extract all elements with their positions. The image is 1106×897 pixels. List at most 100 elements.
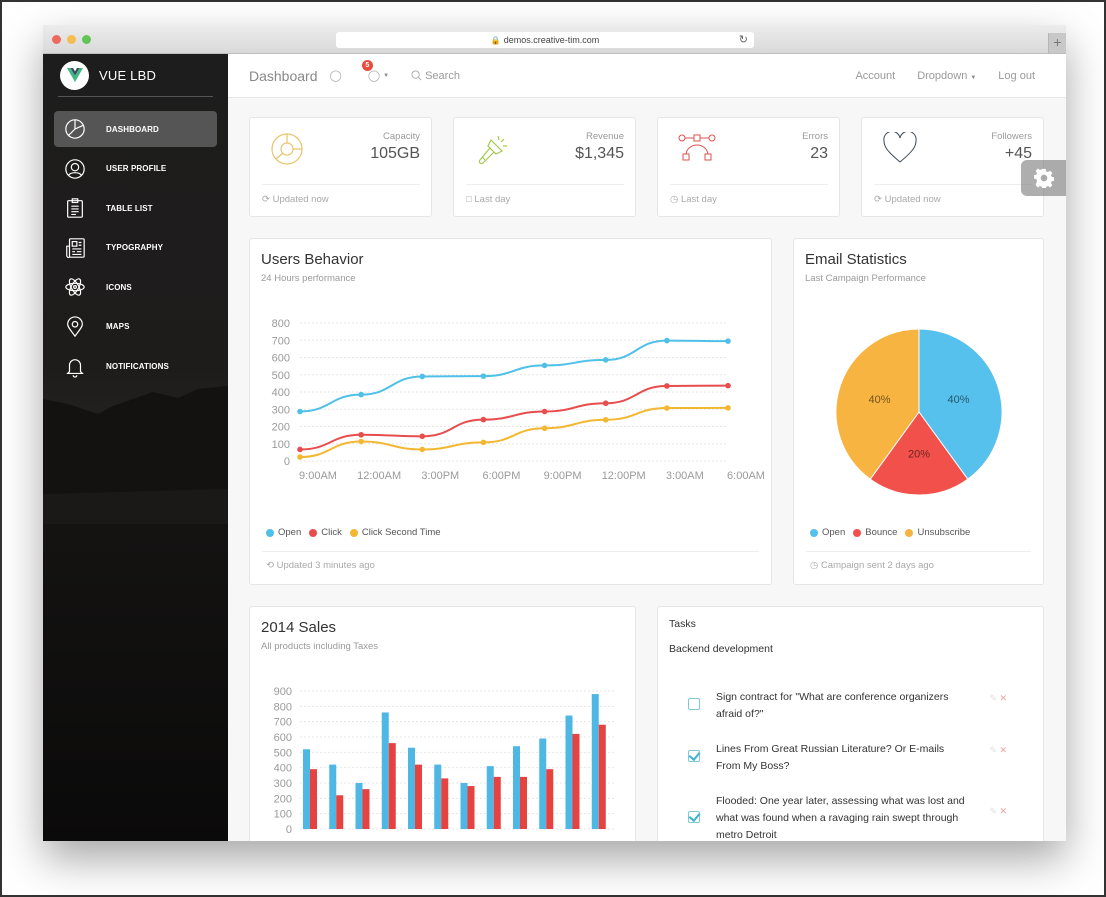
legend-item: Bounce <box>853 527 897 538</box>
delete-icon[interactable]: ✕ <box>999 693 1007 704</box>
stat-footer-text: Last day <box>680 194 717 205</box>
account-link[interactable]: Account <box>855 70 895 82</box>
legend-item: Open <box>266 527 301 538</box>
bar <box>460 783 468 829</box>
task-text: Sign contract for "What are conference o… <box>716 691 949 720</box>
sidebar-logo[interactable]: VUE LBD <box>43 54 228 96</box>
sidebar-item-icons[interactable]: ICONS <box>54 269 217 305</box>
data-point <box>602 400 609 407</box>
search-link[interactable]: Search <box>411 70 460 82</box>
palette-icon[interactable]: ◯ <box>330 69 342 82</box>
data-point <box>725 382 731 389</box>
legend-item: Click Second Time <box>349 527 441 538</box>
bar <box>310 769 317 829</box>
task-checkbox[interactable] <box>688 698 700 710</box>
sidebar-item-maps[interactable]: MAPS <box>54 309 217 345</box>
sidebar-item-typography[interactable]: TYPOGRAPHY <box>54 230 217 266</box>
users-behavior-card: Users Behavior 24 Hours performance 0 100… <box>249 238 772 585</box>
task-text: Lines From Great Russian Literature? Or … <box>716 743 945 772</box>
page-title[interactable]: Dashboard <box>249 68 318 84</box>
delete-icon[interactable]: ✕ <box>999 806 1007 817</box>
card-divider <box>262 184 420 185</box>
sidebar-item-dashboard[interactable]: DASHBOARD <box>54 111 217 147</box>
legend-label: Open <box>822 527 846 538</box>
sidebar-divider <box>58 96 213 97</box>
data-point <box>664 405 670 411</box>
x-tick-label: 9:00AM <box>299 470 337 482</box>
card-title: Tasks <box>669 618 696 630</box>
card-divider <box>262 551 759 552</box>
legend-item: Click <box>309 527 342 538</box>
data-point <box>541 362 548 369</box>
task-checkbox[interactable] <box>688 811 700 823</box>
data-point <box>541 408 548 415</box>
card-subtitle: Backend development <box>669 643 773 655</box>
top-navbar: Dashboard ◯ 5 ◯ ▼ Search Account Dropdow… <box>228 54 1066 98</box>
legend-label: Click <box>321 527 342 538</box>
card-subtitle: 24 Hours performance <box>261 273 356 284</box>
legend-swatch <box>905 528 914 537</box>
sidebar-item-user-profile[interactable]: USER PROFILE <box>54 151 217 187</box>
card-title: Email Statistics <box>805 251 907 268</box>
card-title: Users Behavior <box>261 251 364 268</box>
sidebar-item-label: USER PROFILE <box>106 164 167 174</box>
edit-icon[interactable]: ✎ <box>989 745 997 756</box>
y-tick-label: 800 <box>274 701 292 713</box>
sidebar-item-notifications[interactable]: NOTIFICATIONS <box>54 349 217 385</box>
bar <box>598 724 606 829</box>
chart-pie-icon <box>65 119 85 139</box>
sidebar-item-label: TABLE LIST <box>106 203 153 213</box>
bell-icon <box>66 358 84 378</box>
card-footer: ⟲ Updated 3 minutes ago <box>266 560 375 571</box>
maximize-window-button[interactable] <box>82 35 91 44</box>
reload-icon[interactable]: ↻ <box>739 33 748 46</box>
task-text: Flooded: One year later, assessing what … <box>716 795 965 841</box>
data-point <box>725 405 731 411</box>
url-text: demos.creative-tim.com <box>503 35 600 45</box>
y-tick-label: 400 <box>274 763 292 775</box>
sidebar-item-table-list[interactable]: TABLE LIST <box>54 190 217 226</box>
search-icon <box>411 70 422 81</box>
minimize-window-button[interactable] <box>67 35 76 44</box>
data-point <box>358 431 364 438</box>
stat-label: Followers <box>991 131 1032 142</box>
dropdown-menu[interactable]: Dropdown ▼ <box>917 70 976 82</box>
close-window-button[interactable] <box>52 35 61 44</box>
chart-legend: Open Click Click Second Time <box>266 527 449 538</box>
bar <box>520 776 527 829</box>
browser-window: 🔒 demos.creative-tim.com ↻ + VUE LBD DAS… <box>43 25 1066 841</box>
data-point <box>358 438 364 445</box>
caret-down-icon: ▼ <box>383 72 390 79</box>
brand-name: VUE LBD <box>99 67 157 83</box>
sidebar: VUE LBD DASHBOARD USER PROFILE TABLE LIS… <box>43 54 228 841</box>
task-checkbox[interactable] <box>688 750 700 762</box>
y-tick-label: 0 <box>284 456 290 468</box>
y-tick-label: 900 <box>274 686 292 698</box>
new-tab-button[interactable]: + <box>1048 33 1066 53</box>
data-point <box>419 433 426 440</box>
bar <box>415 764 422 829</box>
search-label: Search <box>425 69 460 82</box>
card-subtitle: All products including Taxes <box>261 641 379 652</box>
edit-icon[interactable]: ✎ <box>989 693 997 704</box>
bar <box>565 715 573 829</box>
bar <box>493 776 501 829</box>
logout-link[interactable]: Log out <box>998 70 1035 82</box>
bar <box>408 747 415 829</box>
bar <box>362 789 370 829</box>
edit-icon[interactable]: ✎ <box>989 806 997 817</box>
y-tick-label: 800 <box>272 318 290 330</box>
address-bar[interactable]: 🔒 demos.creative-tim.com ↻ <box>336 32 754 48</box>
legend-item: Unsubscribe <box>905 527 970 538</box>
lock-icon: 🔒 <box>490 35 501 45</box>
bar <box>591 694 599 829</box>
data-point <box>297 454 303 460</box>
data-point <box>480 416 487 423</box>
vector-icon <box>678 134 716 161</box>
settings-plugin-button[interactable] <box>1021 160 1066 196</box>
notifications-dropdown[interactable]: 5 ◯ ▼ <box>361 60 390 82</box>
data-point <box>480 373 487 379</box>
delete-icon[interactable]: ✕ <box>999 745 1007 756</box>
refresh-icon: ⟳ <box>874 194 885 205</box>
card-divider <box>670 184 828 185</box>
